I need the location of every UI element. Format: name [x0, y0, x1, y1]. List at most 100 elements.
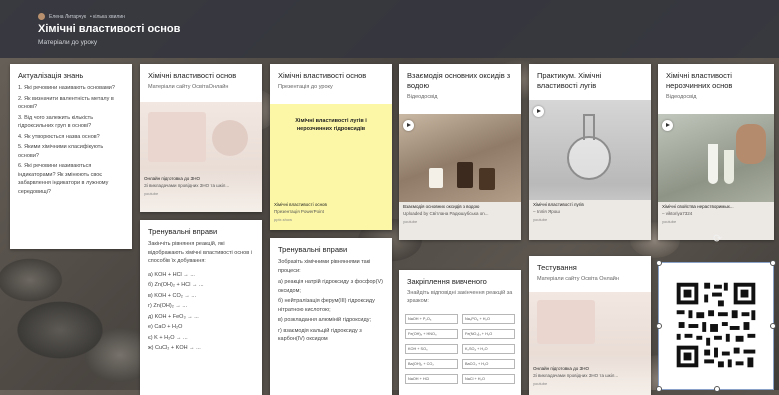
resize-handle[interactable]	[770, 323, 776, 329]
card-title: Тестування	[537, 263, 577, 272]
flask-shape	[429, 168, 443, 188]
card-description: Відеодосвід	[407, 94, 438, 101]
list-item: б) нейтралізація ферум(III) гідроксиду н…	[278, 298, 375, 313]
qr-code-image[interactable]	[656, 260, 776, 392]
resize-handle[interactable]	[656, 260, 662, 266]
video-preview[interactable]: Хімічні свойства нерастворимых... – vikt…	[658, 114, 774, 240]
card-exercises-1[interactable]: Тренувальні вправи Закінчіть рівняння ре…	[140, 220, 262, 395]
card-title: Взаємодія основних оксидів з водою	[407, 71, 511, 91]
list-item: ж) CuCl₂ + KOH → ...	[148, 345, 201, 352]
table-cell: Fe(NO₃)₃ + H₂O	[462, 329, 515, 339]
link-caption: Хімічні свойства нерастворимых...	[662, 204, 734, 209]
play-icon[interactable]	[403, 120, 414, 131]
list-item: б) Zn(OH)₂ + HCl → ...	[148, 282, 204, 289]
table-cell: KOH + SO₃	[405, 344, 458, 354]
resize-handle[interactable]	[714, 386, 720, 392]
author-name[interactable]: Елена Литарчук	[49, 14, 86, 20]
table-cell: Fe(OH)₃ + HNO₃	[405, 329, 458, 339]
link-caption-2: Uploaded by Світлана Радюшубська on...	[403, 211, 489, 216]
link-caption-2: – Іллія Ярош	[533, 209, 560, 214]
link-caption: Хімічні властивості основ	[274, 202, 327, 207]
flask-shape	[479, 168, 495, 190]
link-source: youtube	[403, 219, 418, 224]
table-cell: Ba(OH)₂ + CO₂	[405, 359, 458, 369]
card-description: Відеодосвід	[666, 94, 697, 101]
link-caption-2: Зі викладачами провідних ЗНО та шкіл...	[144, 183, 230, 188]
resize-handle[interactable]	[656, 386, 662, 392]
rotate-icon[interactable]: ⟳	[713, 232, 722, 245]
link-caption: Онлайн підготовка до ЗНО	[533, 366, 589, 371]
hand-shape	[736, 124, 766, 164]
card-description: Матеріали сайту ОсвітаОнлайн	[148, 84, 229, 91]
table-row: KOH + SO₃ K₂SO₄ + H₂O	[405, 344, 515, 354]
list-item: 4. Як утворюється назва основ?	[18, 133, 100, 140]
flask-neck	[583, 114, 595, 140]
link-preview[interactable]: Онлайн підготовка до ЗНО Зі викладачами …	[140, 102, 262, 212]
card-presentation[interactable]: Хімічні властивості основ Презентація до…	[270, 64, 392, 230]
table-cell: K₂SO₄ + H₂O	[462, 344, 515, 354]
table-cell: NaCl + H₂O	[462, 374, 515, 384]
task-list: а) реакція натрій гідроксиду з фосфор(V)…	[270, 275, 392, 344]
link-source: youtube	[533, 217, 548, 222]
list-item: г) Zn(OH)₂ → ...	[148, 303, 187, 310]
card-title: Тренувальні вправи	[278, 245, 348, 254]
card-testing[interactable]: Тестування Матеріали сайту Освіта Онлайн…	[529, 256, 651, 395]
thumbnail-image	[537, 300, 595, 344]
link-caption-2: Зі викладачами провідних ЗНО та шкіл...	[533, 373, 619, 378]
table-row: Ba(OH)₂ + CO₂ BaCO₃ + H₂O	[405, 359, 515, 369]
test-tube-shape	[708, 144, 718, 184]
card-title: Хімічні властивості основ	[148, 71, 237, 80]
card-insoluble-bases-video[interactable]: Хімічні властивості нерозчинних основ Ві…	[658, 64, 774, 240]
resize-handle[interactable]	[770, 260, 776, 266]
card-oxides-video[interactable]: Взаємодія основних оксидів з водою Відео…	[399, 64, 521, 240]
list-item: 5. Якими хімічними класифікують основи?	[18, 144, 104, 159]
card-body: Зобразіть хімічними рівняннями такі проц…	[278, 259, 371, 274]
card-title: Тренувальні вправи	[148, 227, 218, 236]
thumbnail-shape	[212, 120, 248, 156]
board-header: Елена Литарчук • кілька хвилин Хімічні в…	[0, 0, 779, 58]
link-caption: Онлайн підготовка до ЗНО	[144, 176, 200, 181]
post-time: • кілька хвилин	[90, 13, 125, 20]
card-consolidation[interactable]: Закріплення вивченого Знайдіть відповідн…	[399, 270, 521, 395]
link-caption-2: Презентація PowerPoint	[274, 209, 324, 214]
list-item: 2. Як визначити валентність металу в осн…	[18, 95, 114, 111]
list-item: 1. Які речовини називають основами?	[18, 85, 115, 92]
card-chem-props-link[interactable]: Хімічні властивості основ Матеріали сайт…	[140, 64, 262, 212]
table-cell: BaCO₃ + H₂O	[462, 359, 515, 369]
resize-handle[interactable]	[656, 323, 662, 329]
list-item: а) KOH + HCl → ...	[148, 271, 195, 278]
card-exercises-2[interactable]: Тренувальні вправи Зобразіть хімічними р…	[270, 238, 392, 395]
link-caption: Хімічні властивості лугів	[533, 202, 584, 207]
card-warmup[interactable]: Актуалізація знань 1. Які речовини назив…	[10, 64, 132, 249]
card-description: Знайдіть відповідні закінчення реакцій з…	[407, 290, 513, 304]
thumbnail-image	[148, 112, 206, 162]
list-item: в) KOH + CO₂ → ...	[148, 292, 196, 299]
video-preview[interactable]: Хімічні властивості лугів – Іллія Ярош y…	[529, 100, 651, 240]
table-row: Fe(OH)₃ + HNO₃ Fe(NO₃)₃ + H₂O	[405, 329, 515, 339]
matching-table: NaOH + P₂O₅ Na₃PO₄ + H₂O Fe(OH)₃ + HNO₃ …	[405, 314, 515, 389]
card-body: Закінчіть рівняння реакцій, які відображ…	[148, 241, 252, 265]
card-description: Матеріали сайту Освіта Онлайн	[537, 276, 619, 283]
play-icon[interactable]	[662, 120, 673, 131]
presentation-preview[interactable]: Хімічні властивості лугів і нерозчинних …	[270, 104, 392, 230]
link-source: pptx.show	[274, 217, 293, 222]
table-cell: Na₃PO₄ + H₂O	[462, 314, 515, 324]
list-item: в) розкладання алюміній гідроксиду;	[278, 317, 371, 324]
link-source: youtube	[533, 381, 548, 386]
play-icon[interactable]	[533, 106, 544, 117]
flask-shape	[457, 162, 473, 188]
list-item: г) взаємодія кальцій гідроксиду з карбон…	[278, 327, 362, 343]
link-source: youtube	[662, 219, 677, 224]
link-preview[interactable]: Онлайн підготовка до ЗНО Зі викладачами …	[529, 292, 651, 395]
flask-shape	[567, 136, 611, 180]
equation-list: а) KOH + HCl → ... б) Zn(OH)₂ + HCl → ..…	[140, 266, 262, 353]
card-title: Актуалізація знань	[18, 71, 84, 80]
board-title: Хімічні властивості основ	[38, 23, 181, 35]
avatar[interactable]	[38, 13, 45, 20]
list-item: є) K + H₂O → ...	[148, 334, 188, 341]
list-item: е) CaO + H₂O	[148, 324, 183, 331]
link-caption: Взаємодія основних оксидів з водою	[403, 204, 480, 209]
list-item: а) реакція натрій гідроксиду з фосфор(V)…	[278, 279, 383, 294]
video-preview[interactable]: Взаємодія основних оксидів з водою Uploa…	[399, 114, 521, 240]
card-practicum-video[interactable]: Практикум. Хімічні властивості лугів Хім…	[529, 64, 651, 240]
